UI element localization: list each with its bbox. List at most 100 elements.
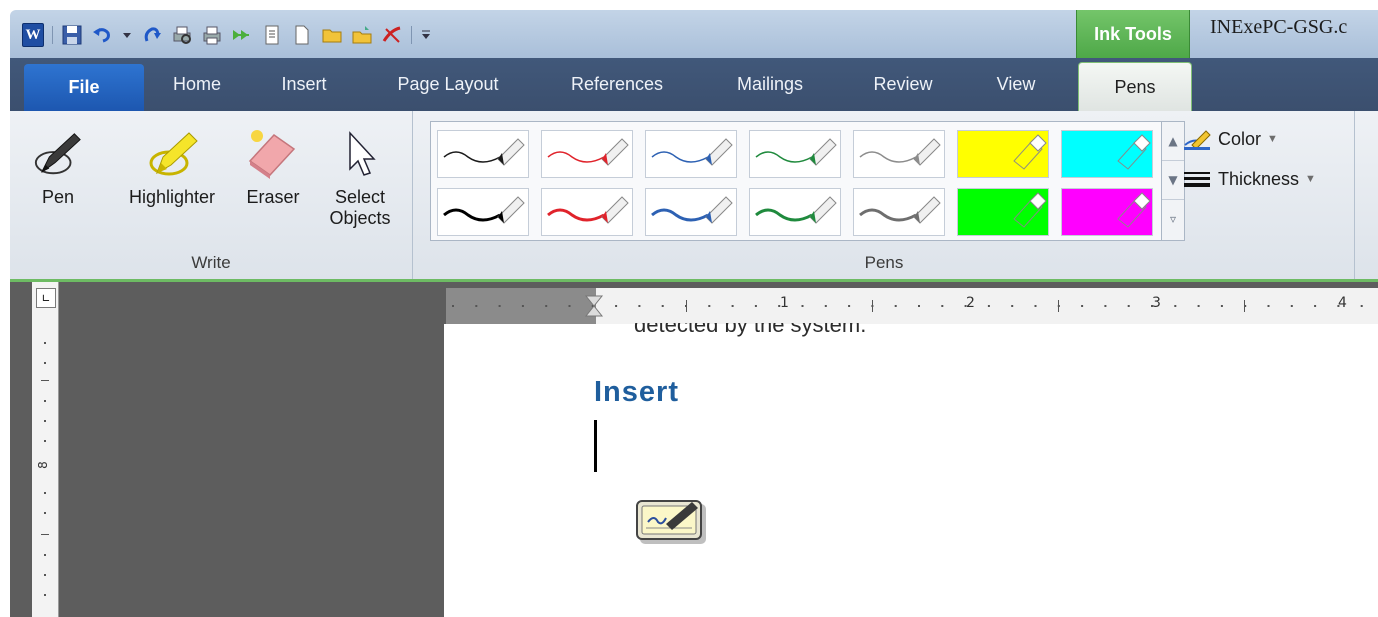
ribbon-tab-row: File Home Insert Page Layout References … [10, 58, 1378, 112]
dropdown-icon[interactable] [121, 24, 133, 46]
cut-off-text-line: detected by the system. [634, 323, 866, 341]
thickness-button[interactable]: Thickness ▼ [1182, 167, 1316, 191]
pen-swatch-icon [651, 196, 733, 224]
select-objects-label-line1: Select [334, 187, 386, 207]
color-pen-icon [1184, 130, 1211, 150]
undo-icon[interactable] [91, 24, 113, 46]
pen-label: Pen [41, 187, 75, 207]
pen-icon [32, 121, 84, 187]
select-objects-icon [320, 121, 400, 187]
write-group-label: Write [191, 253, 231, 272]
ruler-number-2: 2 [966, 295, 975, 311]
highlighter-swatch[interactable] [1061, 188, 1153, 236]
ruler-number-3: 3 [1152, 295, 1161, 311]
pen-swatch[interactable] [853, 188, 945, 236]
tab-page-layout[interactable]: Page Layout [386, 70, 510, 98]
tab-pens[interactable]: Pens [1078, 62, 1192, 112]
document-page[interactable]: detected by the system. Insert [444, 323, 1378, 617]
highlighter-swatch-icon [1062, 189, 1152, 235]
thickness-dropdown-icon: ▼ [1305, 173, 1316, 185]
pen-swatch[interactable] [645, 130, 737, 178]
color-dropdown-icon: ▼ [1267, 133, 1278, 145]
pen-swatch[interactable] [437, 188, 529, 236]
new-icon[interactable] [291, 24, 313, 46]
tab-mailings[interactable]: Mailings [724, 70, 816, 98]
vertical-ruler-number: 8 [35, 461, 50, 469]
text-cursor [594, 420, 597, 472]
horizontal-ruler: 1 2 3 4 [446, 288, 1378, 325]
document-workspace: ∟ 8 1 2 3 4 detected by the system. Inse… [10, 282, 1378, 617]
document-icon[interactable] [261, 24, 283, 46]
vertical-ruler: ∟ 8 [32, 282, 59, 617]
pen-swatch[interactable] [853, 130, 945, 178]
horizontal-ruler-ticks [452, 295, 1363, 317]
quick-access-toolbar: W [22, 22, 432, 48]
gallery-scroll-up-icon[interactable]: ▲ [1162, 122, 1184, 161]
select-objects-button[interactable]: Select Objects [320, 121, 400, 229]
tab-home[interactable]: Home [162, 70, 232, 98]
pen-swatch[interactable] [749, 188, 841, 236]
pen-swatch[interactable] [645, 188, 737, 236]
tab-view[interactable]: View [988, 70, 1044, 98]
highlighter-button[interactable]: Highlighter [114, 121, 230, 208]
section-heading: Insert [594, 376, 679, 408]
pen-swatch-icon [547, 196, 629, 224]
ribbon: Pen Highlighter Eraser Select Objects Wr… [10, 111, 1378, 282]
document-title: INExePC-GSG.c [1210, 16, 1348, 38]
ruler-number-4: 4 [1338, 295, 1347, 311]
highlighter-label: Highlighter [128, 187, 216, 207]
save-icon[interactable] [61, 24, 83, 46]
input-panel-icon[interactable] [636, 500, 708, 544]
highlighter-swatch[interactable] [957, 130, 1049, 178]
cut-off-text: detected by the system. [634, 323, 867, 337]
word-logo-letter: W [22, 23, 44, 47]
qat-separator-2 [411, 26, 412, 44]
qat-separator [52, 26, 53, 44]
print-preview-icon[interactable] [171, 24, 193, 46]
tab-insert[interactable]: Insert [268, 70, 340, 98]
pen-swatch-icon [443, 196, 525, 224]
folder-icon[interactable] [351, 24, 373, 46]
gallery-more-icon[interactable]: ▿ [1162, 200, 1184, 238]
pens-group: ▲ ▼ ▿ Color ▼ Thickness ▼ Pens [414, 111, 1355, 279]
tab-review[interactable]: Review [864, 70, 942, 98]
color-button[interactable]: Color ▼ [1182, 127, 1278, 151]
ink-icon[interactable] [381, 24, 403, 46]
pen-swatch-icon [859, 138, 941, 166]
write-group: Pen Highlighter Eraser Select Objects Wr… [10, 111, 413, 279]
pen-gallery: ▲ ▼ ▿ [430, 121, 1185, 241]
eraser-label: Eraser [246, 187, 300, 207]
word-logo-icon[interactable]: W [22, 23, 44, 47]
open-icon[interactable] [321, 24, 343, 46]
print-icon[interactable] [201, 24, 223, 46]
pen-swatch[interactable] [749, 130, 841, 178]
tab-references[interactable]: References [556, 70, 678, 98]
eraser-icon [238, 121, 308, 187]
ruler-number-1: 1 [780, 295, 789, 311]
word-window: W Ink Tools INExePC-GSG.c File Home Inse… [0, 0, 1378, 617]
pens-group-label: Pens [864, 253, 904, 272]
pen-swatch-icon [443, 138, 525, 166]
highlighter-swatch-icon [1062, 131, 1152, 177]
pen-swatch[interactable] [437, 130, 529, 178]
gallery-scroll-down-icon[interactable]: ▼ [1162, 161, 1184, 200]
highlighter-swatch[interactable] [957, 188, 1049, 236]
pen-swatch[interactable] [541, 188, 633, 236]
highlighter-swatch[interactable] [1061, 130, 1153, 178]
color-label: Color [1218, 128, 1262, 149]
pen-button[interactable]: Pen [32, 121, 84, 208]
vertical-ruler-ticks [41, 342, 49, 596]
customize-icon[interactable] [420, 24, 432, 46]
forward-icon[interactable] [231, 24, 253, 46]
eraser-button[interactable]: Eraser [238, 121, 308, 208]
thickness-label: Thickness [1218, 168, 1300, 189]
pen-swatch-icon [859, 196, 941, 224]
tab-file[interactable]: File [24, 64, 144, 111]
pen-swatch[interactable] [541, 130, 633, 178]
redo-icon[interactable] [141, 24, 163, 46]
pen-swatch-icon [651, 138, 733, 166]
thickness-icon [1184, 172, 1210, 187]
ink-tools-context-label: Ink Tools [1076, 10, 1190, 58]
highlighter-swatch-icon [958, 189, 1048, 235]
pen-swatch-icon [755, 196, 837, 224]
